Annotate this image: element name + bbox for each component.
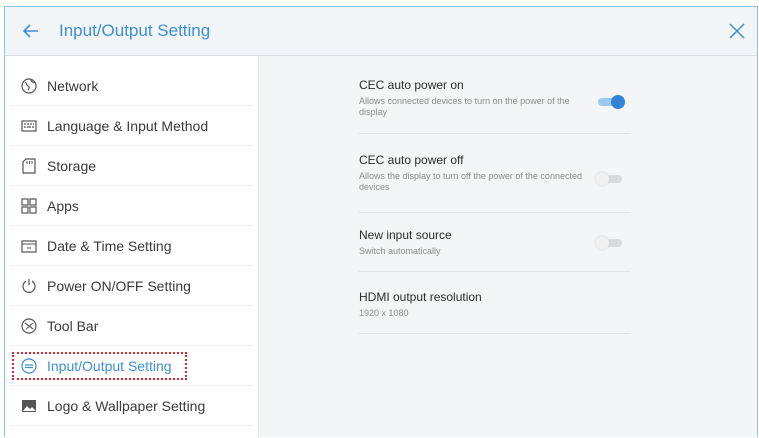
- sidebar-item-label: Apps: [47, 197, 79, 214]
- sd-card-icon: [20, 157, 38, 175]
- image-icon: [20, 397, 38, 415]
- setting-description: Allows the display to turn off the power…: [359, 171, 582, 192]
- sidebar-item-toolbar[interactable]: Tool Bar: [9, 306, 253, 346]
- apps-grid-icon: [20, 197, 38, 215]
- sidebar-item-label: Tool Bar: [47, 317, 99, 334]
- setting-cec-auto-power-off: CEC auto power off Allows the display to…: [359, 153, 631, 213]
- sidebar-item-label: Date & Time Setting: [47, 237, 172, 254]
- back-arrow-icon[interactable]: [19, 19, 43, 43]
- sidebar-item-power[interactable]: Power ON/OFF Setting: [9, 266, 253, 306]
- sidebar-item-label: Storage: [47, 157, 97, 174]
- settings-content: CEC auto power on Allows connected devic…: [259, 56, 757, 437]
- header-bar: Input/Output Setting: [5, 7, 757, 56]
- power-icon: [20, 277, 38, 295]
- setting-title: CEC auto power on: [359, 78, 464, 92]
- setting-hdmi-output-resolution[interactable]: HDMI output resolution 1920 x 1080: [359, 290, 631, 334]
- cec-power-off-toggle[interactable]: [595, 172, 625, 186]
- sidebar-item-language[interactable]: Language & Input Method: [9, 106, 253, 146]
- calendar-icon: [20, 237, 38, 255]
- close-icon[interactable]: [725, 19, 749, 43]
- setting-description: Switch automatically: [359, 246, 441, 256]
- page-title: Input/Output Setting: [59, 21, 211, 40]
- sidebar-item-label: Language & Input Method: [47, 117, 209, 134]
- setting-title: CEC auto power off: [359, 153, 464, 167]
- cec-power-on-toggle[interactable]: [595, 95, 625, 109]
- sidebar-item-label: Logo & Wallpaper Setting: [47, 397, 206, 414]
- setting-title: HDMI output resolution: [359, 290, 482, 304]
- sidebar-item-storage[interactable]: Storage: [9, 146, 253, 186]
- globe-icon: [20, 77, 38, 95]
- setting-title: New input source: [359, 228, 452, 242]
- new-input-source-toggle[interactable]: [595, 236, 625, 250]
- setting-description: Allows connected devices to turn on the …: [359, 96, 570, 117]
- sidebar-item-network[interactable]: Network: [9, 66, 253, 106]
- sidebar-item-apps[interactable]: Apps: [9, 186, 253, 226]
- sidebar-item-date-time[interactable]: Date & Time Setting: [9, 226, 253, 266]
- sidebar-item-logo-wallpaper[interactable]: Logo & Wallpaper Setting: [9, 386, 253, 426]
- toolbar-icon: [20, 317, 38, 335]
- keyboard-icon: [20, 117, 38, 135]
- setting-value: 1920 x 1080: [359, 308, 409, 318]
- setting-new-input-source: New input source Switch automatically: [359, 228, 631, 272]
- sidebar-item-label: Power ON/OFF Setting: [47, 277, 191, 294]
- setting-cec-auto-power-on: CEC auto power on Allows connected devic…: [359, 78, 631, 134]
- sidebar-item-label: Network: [47, 77, 99, 94]
- selection-highlight: [12, 352, 187, 380]
